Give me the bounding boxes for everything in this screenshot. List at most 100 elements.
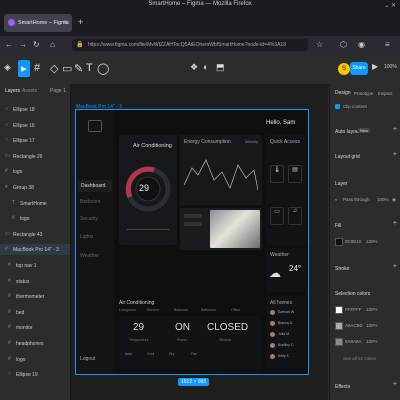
layer-type-icon: T: [12, 199, 16, 206]
layer-type-icon: #: [5, 246, 8, 253]
layer-name: monitor: [16, 325, 33, 332]
home-icon[interactable]: ⌂: [50, 40, 55, 49]
layer-row[interactable]: # MacBook Pro 14" - 3: [0, 244, 70, 256]
ellipse-tool-icon[interactable]: ◯: [97, 62, 109, 75]
color-opacity[interactable]: 100%: [366, 339, 378, 344]
new-tab-button[interactable]: +: [78, 17, 83, 27]
layer-type-icon: #: [8, 293, 11, 300]
tab-design[interactable]: Design: [335, 90, 351, 96]
layer-row[interactable]: # top nav 1: [0, 260, 70, 271]
color-opacity[interactable]: 100%: [366, 307, 378, 312]
layer-row[interactable]: # bed: [0, 307, 70, 318]
visibility-icon[interactable]: ◉: [392, 197, 396, 203]
canvas[interactable]: MacBook Pro 14" - 3 Dashboard Bedroom Se…: [71, 84, 328, 400]
forward-icon[interactable]: →: [19, 40, 27, 49]
layer-row[interactable]: # logo: [0, 213, 70, 224]
layer-row[interactable]: # monitor: [0, 322, 70, 333]
component-icon[interactable]: ❖: [190, 62, 198, 73]
browser-tab[interactable]: SmartHome – Figma ✕: [4, 14, 72, 32]
url-bar[interactable]: 🔒 https://www.figma.com/file/MvWfZZAHToc…: [72, 39, 308, 51]
tab-assets[interactable]: Assets: [22, 88, 37, 94]
bookmark-star-icon[interactable]: ☆: [316, 40, 323, 49]
tab-prototype[interactable]: Prototype: [354, 91, 373, 96]
layer-row[interactable]: ○ Ellipse 17: [0, 135, 70, 146]
boolean-icon[interactable]: ⬒: [216, 62, 225, 73]
layer-row[interactable]: # thermometer: [0, 291, 70, 302]
figma-menu-icon[interactable]: ◈: [4, 62, 11, 73]
pencil-tool-icon[interactable]: ✎: [74, 62, 83, 75]
layer-row[interactable]: ▭ Rectangle 26: [0, 151, 70, 162]
text-tool-icon[interactable]: T: [86, 62, 93, 74]
avatar[interactable]: S: [338, 63, 350, 75]
layer-row[interactable]: ▾ Group 38: [0, 182, 70, 193]
add-stroke-icon[interactable]: +: [393, 263, 397, 270]
layer-type-icon: ○: [8, 371, 12, 378]
layer-type-icon: #: [12, 215, 15, 222]
rectangle-tool-icon[interactable]: ▭: [62, 62, 72, 75]
pen-shape-tool-icon[interactable]: ◇: [50, 62, 58, 75]
ac-value-temp: 29: [133, 322, 145, 333]
fill-swatch[interactable]: [335, 238, 343, 246]
ac-value-power: ON: [175, 322, 190, 333]
clip-content-checkbox[interactable]: [335, 104, 340, 109]
color-swatch[interactable]: [335, 338, 343, 346]
page-selector[interactable]: Page 1: [50, 88, 66, 94]
color-hex[interactable]: FFFFFF: [345, 307, 362, 312]
layer-opacity[interactable]: 100%: [377, 197, 389, 202]
energy-line-chart: [184, 159, 258, 191]
energy-filter: Weekly: [244, 139, 258, 144]
layer-row[interactable]: # logo: [0, 354, 70, 365]
layer-type-icon: #: [8, 308, 11, 315]
selected-frame[interactable]: Dashboard Bedroom Security Lights Weathe…: [75, 109, 309, 375]
color-swatch[interactable]: [335, 322, 343, 330]
tab-inspect[interactable]: Inspect: [378, 91, 393, 96]
ac-value-window: CLOSED: [207, 322, 249, 333]
tab-layers[interactable]: Layers: [5, 88, 20, 94]
share-button[interactable]: Share: [350, 62, 368, 75]
layer-row[interactable]: ▭ Rectangle 43: [0, 229, 70, 240]
add-auto-layout-icon[interactable]: +: [393, 126, 397, 133]
color-swatch[interactable]: [335, 306, 343, 314]
add-fill-icon[interactable]: +: [393, 220, 397, 227]
color-opacity[interactable]: 100%: [366, 323, 378, 328]
back-icon[interactable]: ←: [5, 40, 13, 49]
fill-opacity[interactable]: 100%: [366, 239, 378, 244]
add-effect-icon[interactable]: +: [393, 381, 397, 388]
layer-type-icon: ▭: [5, 152, 10, 159]
layer-name: MacBook Pro 14" - 3: [13, 247, 59, 254]
color-hex[interactable]: A8ACB2: [345, 323, 362, 328]
layer-row[interactable]: # logo: [0, 166, 70, 177]
present-play-icon[interactable]: ▶: [372, 62, 378, 71]
design-nav-security: Security: [80, 216, 99, 222]
close-tab-icon[interactable]: ✕: [63, 19, 68, 26]
effects-label: Effects: [335, 384, 351, 390]
home-avatar: [270, 343, 275, 348]
ac-slider: [127, 229, 169, 230]
account-icon[interactable]: ◉: [358, 40, 365, 49]
add-layout-grid-icon[interactable]: +: [393, 151, 397, 158]
layer-row[interactable]: ○ Ellipse 16: [0, 120, 70, 131]
zoom-level[interactable]: 100%: [384, 64, 397, 70]
weather-temp: 24°: [289, 264, 302, 273]
room-card-label-a: [184, 214, 202, 218]
layer-type-icon: ▭: [5, 230, 10, 237]
layer-row[interactable]: T SmartHome: [0, 198, 70, 209]
home-avatar: [270, 310, 275, 315]
fill-hex[interactable]: 0C0E10: [345, 239, 361, 244]
layer-type-icon: #: [5, 168, 8, 175]
layer-row[interactable]: # headphones: [0, 338, 70, 349]
frame-tool-icon[interactable]: #: [34, 62, 40, 74]
color-hex[interactable]: 8A8A8A: [345, 339, 362, 344]
layer-row[interactable]: # status: [0, 276, 70, 287]
window-controls[interactable]: ⌄ ✕: [384, 2, 396, 9]
reload-icon[interactable]: ↻: [33, 40, 40, 49]
move-tool-icon[interactable]: ▸: [18, 60, 30, 77]
mask-icon[interactable]: ◐: [203, 62, 208, 72]
window-titlebar: SmartHome – Figma — Mozilla Firefox ⌄ ✕: [0, 0, 400, 11]
layer-row[interactable]: ○ Ellipse 18: [0, 104, 70, 115]
extensions-icon[interactable]: ⬡: [340, 40, 347, 49]
see-all-colors-link[interactable]: See all 22 colors: [343, 356, 376, 361]
layer-row[interactable]: ○ Ellipse 19: [0, 369, 70, 380]
menu-icon[interactable]: ≡: [385, 40, 390, 49]
blend-mode-select[interactable]: Pass through: [343, 197, 370, 202]
